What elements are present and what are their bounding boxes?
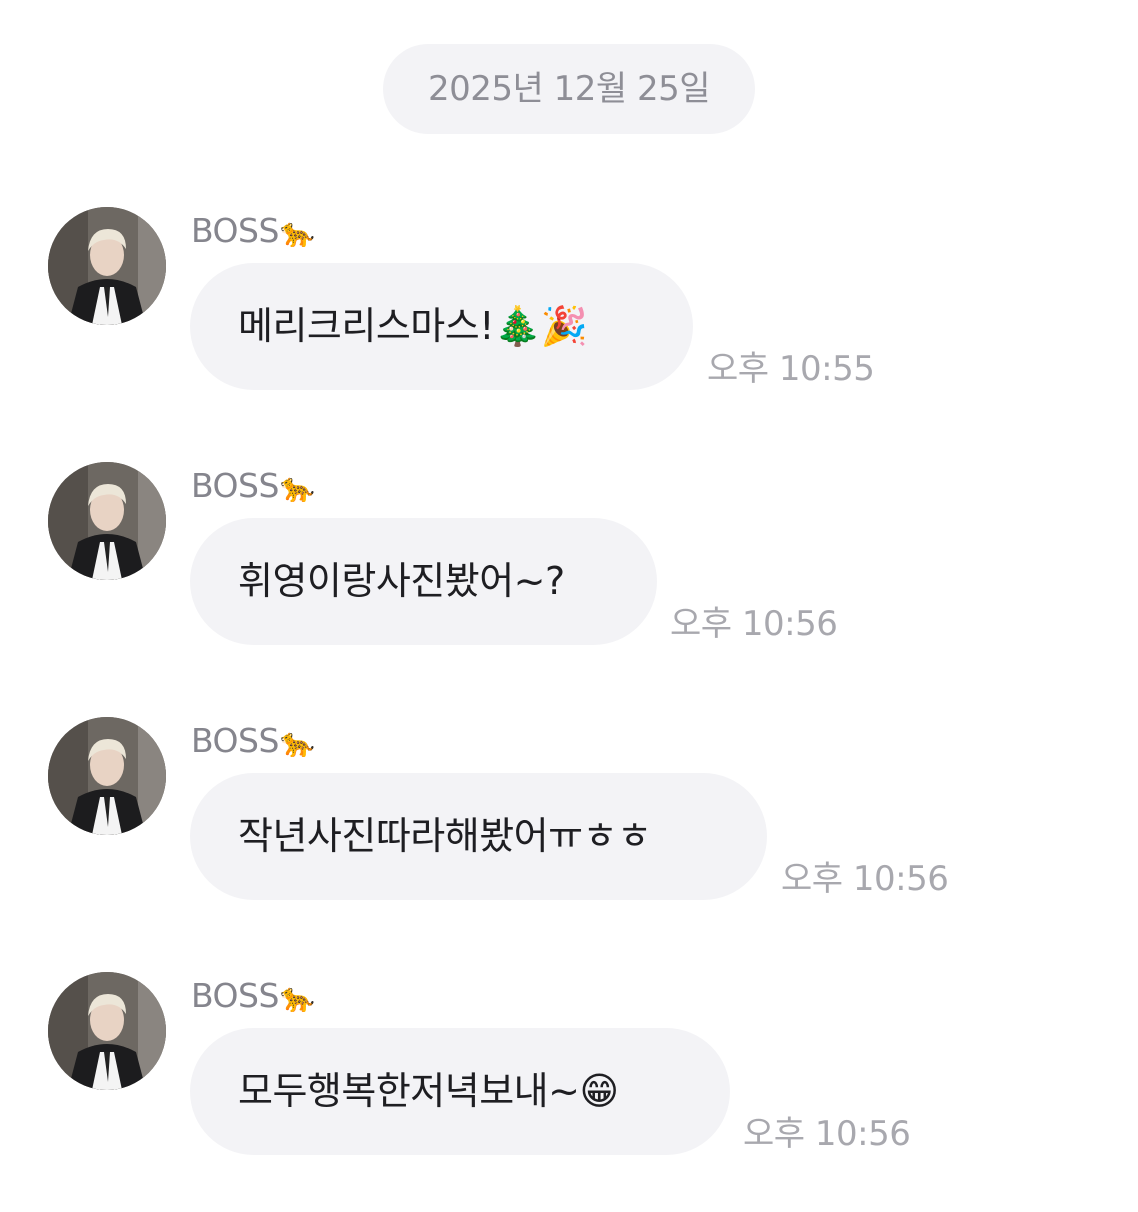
message-text: 메리크리스마스! [238,304,494,348]
sender-name: BOSS🐆 [191,209,315,253]
chat-message: BOSS🐆 메리크리스마스!🎄🎉 오후 10:55 [0,207,1138,447]
sender-name-text: BOSS [191,976,279,1015]
chat-message: BOSS🐆 휘영이랑사진봤어~? 오후 10:56 [0,462,1138,702]
avatar-photo [48,717,166,835]
avatar-photo [48,972,166,1090]
sender-avatar[interactable] [48,972,166,1090]
message-text: 작년사진따라해봤어ㅠㅎㅎ [238,814,652,858]
grinning-emoji: 😁 [579,1069,619,1113]
sender-avatar[interactable] [48,717,166,835]
message-bubble[interactable]: 작년사진따라해봤어ㅠㅎㅎ [190,773,767,900]
sender-avatar[interactable] [48,462,166,580]
leopard-emoji: 🐆 [279,216,315,249]
sender-name-text: BOSS [191,721,279,760]
message-bubble[interactable]: 모두행복한저녁보내~😁 [190,1028,730,1155]
sender-name: BOSS🐆 [191,719,315,763]
sender-name: BOSS🐆 [191,974,315,1018]
message-time: 오후 10:56 [743,1114,911,1154]
message-time: 오후 10:56 [781,859,949,899]
date-divider: 2025년 12월 25일 [383,44,755,134]
message-text: 휘영이랑사진봤어~? [238,559,565,603]
message-bubble[interactable]: 메리크리스마스!🎄🎉 [190,263,693,390]
leopard-emoji: 🐆 [279,981,315,1014]
message-text: 모두행복한저녁보내~ [238,1069,580,1113]
chat-message: BOSS🐆 작년사진따라해봤어ㅠㅎㅎ 오후 10:56 [0,717,1138,957]
message-time: 오후 10:55 [707,349,875,389]
sender-name: BOSS🐆 [191,464,315,508]
sender-name-text: BOSS [191,466,279,505]
avatar-photo [48,462,166,580]
leopard-emoji: 🐆 [279,471,315,504]
sender-name-text: BOSS [191,211,279,250]
sender-avatar[interactable] [48,207,166,325]
leopard-emoji: 🐆 [279,726,315,759]
message-bubble[interactable]: 휘영이랑사진봤어~? [190,518,657,645]
chat-message: BOSS🐆 모두행복한저녁보내~😁 오후 10:56 [0,972,1138,1212]
message-time: 오후 10:56 [670,604,838,644]
tree-party-emoji: 🎄🎉 [493,304,588,348]
avatar-photo [48,207,166,325]
